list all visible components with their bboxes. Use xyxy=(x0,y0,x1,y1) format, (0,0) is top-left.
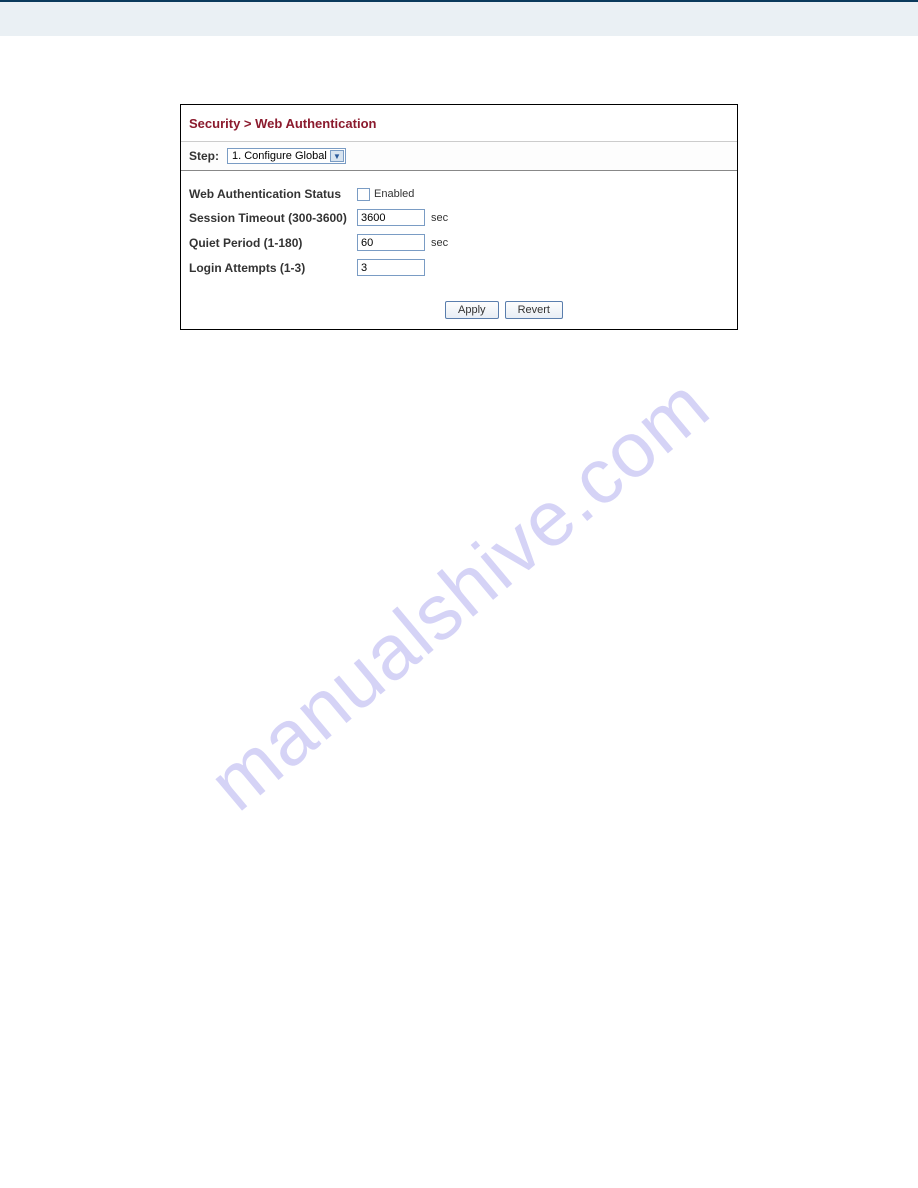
panel-header: Security > Web Authentication xyxy=(181,105,737,142)
config-panel: Security > Web Authentication Step: 1. C… xyxy=(180,104,738,330)
step-select[interactable]: 1. Configure Global xyxy=(227,148,346,164)
step-label: Step: xyxy=(189,149,219,163)
login-attempts-row: Login Attempts (1-3) xyxy=(189,259,729,276)
button-row: Apply Revert xyxy=(181,294,737,329)
login-attempts-input[interactable] xyxy=(357,259,425,276)
step-select-wrap[interactable]: 1. Configure Global ▼ xyxy=(227,148,346,164)
step-row: Step: 1. Configure Global ▼ xyxy=(181,142,737,171)
session-timeout-input[interactable] xyxy=(357,209,425,226)
auth-status-label: Web Authentication Status xyxy=(189,187,357,201)
revert-button[interactable]: Revert xyxy=(505,301,563,319)
login-attempts-label: Login Attempts (1-3) xyxy=(189,261,357,275)
form-body: Web Authentication Status Enabled Sessio… xyxy=(181,171,737,294)
quiet-period-input[interactable] xyxy=(357,234,425,251)
session-timeout-label: Session Timeout (300-3600) xyxy=(189,211,357,225)
quiet-period-unit: sec xyxy=(431,237,448,249)
auth-status-row: Web Authentication Status Enabled xyxy=(189,187,729,201)
apply-button[interactable]: Apply xyxy=(445,301,499,319)
quiet-period-label: Quiet Period (1-180) xyxy=(189,236,357,250)
auth-status-checkbox-label: Enabled xyxy=(374,188,414,200)
top-bar xyxy=(0,0,918,36)
auth-status-checkbox-wrap[interactable]: Enabled xyxy=(357,188,414,201)
breadcrumb: Security > Web Authentication xyxy=(189,116,376,131)
quiet-period-row: Quiet Period (1-180) sec xyxy=(189,234,729,251)
session-timeout-row: Session Timeout (300-3600) sec xyxy=(189,209,729,226)
button-group: Apply Revert xyxy=(445,301,563,319)
watermark: manualshive.com xyxy=(192,359,727,828)
session-timeout-unit: sec xyxy=(431,212,448,224)
content-area: Security > Web Authentication Step: 1. C… xyxy=(0,36,918,330)
auth-status-checkbox[interactable] xyxy=(357,188,370,201)
